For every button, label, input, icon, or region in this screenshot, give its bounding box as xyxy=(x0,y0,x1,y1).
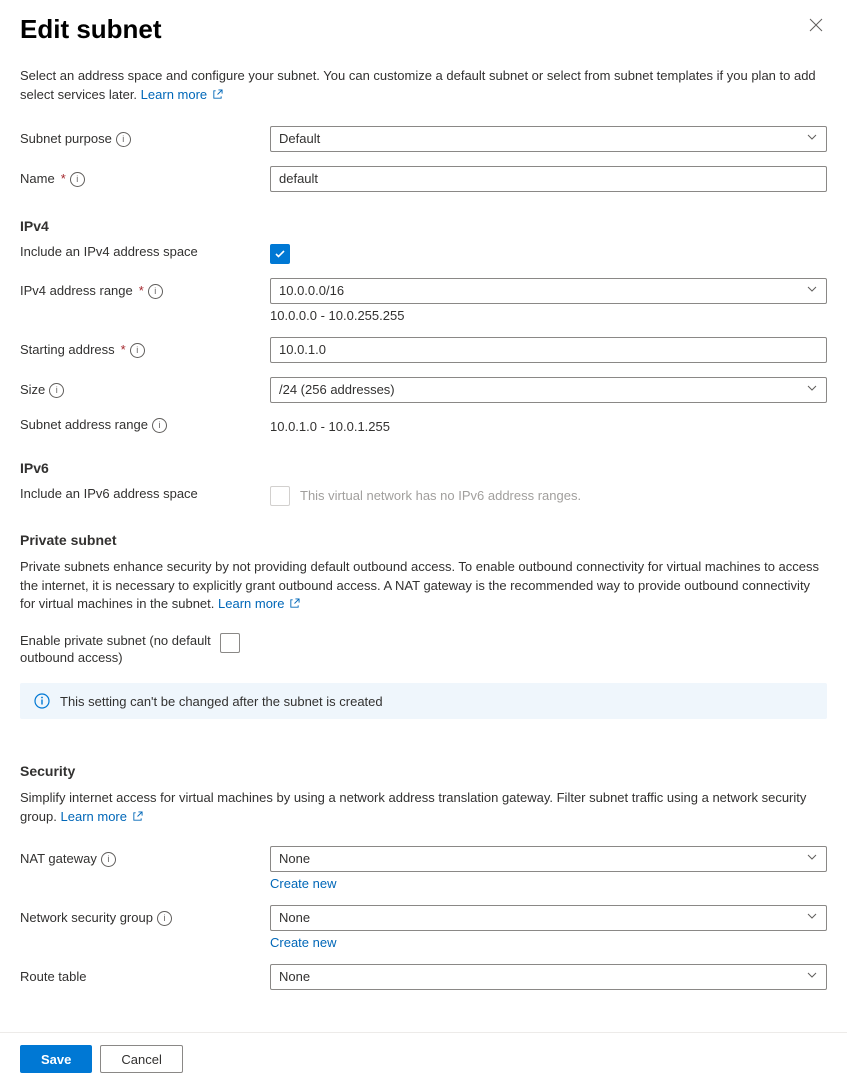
nsg-select[interactable]: None xyxy=(270,905,827,931)
ipv6-disabled-text: This virtual network has no IPv6 address… xyxy=(300,488,581,503)
external-link-icon xyxy=(132,809,143,828)
subnet-address-range-value: 10.0.1.0 - 10.0.1.255 xyxy=(270,417,827,434)
size-select[interactable]: /24 (256 addresses) xyxy=(270,377,827,403)
route-table-select[interactable]: None xyxy=(270,964,827,990)
ipv4-range-hint: 10.0.0.0 - 10.0.255.255 xyxy=(270,308,827,323)
name-input[interactable] xyxy=(270,166,827,192)
info-icon[interactable]: i xyxy=(70,172,85,187)
route-table-label: Route table xyxy=(20,964,270,986)
subnet-purpose-select[interactable]: Default xyxy=(270,126,827,152)
field-name: Name* i xyxy=(20,166,827,192)
private-subnet-description: Private subnets enhance security by not … xyxy=(20,558,827,616)
enable-private-checkbox[interactable] xyxy=(220,633,240,653)
field-size: Size i /24 (256 addresses) xyxy=(20,377,827,403)
chevron-down-icon xyxy=(806,910,818,925)
field-subnet-purpose: Subnet purpose i Default xyxy=(20,126,827,152)
private-subnet-heading: Private subnet xyxy=(20,532,827,548)
banner-text: This setting can't be changed after the … xyxy=(60,694,383,709)
starting-address-label: Starting address* i xyxy=(20,337,270,359)
chevron-down-icon xyxy=(806,131,818,146)
enable-private-label: Enable private subnet (no default outbou… xyxy=(20,633,220,667)
private-info-banner: This setting can't be changed after the … xyxy=(20,683,827,719)
check-icon xyxy=(274,248,286,260)
required-indicator: * xyxy=(139,283,144,300)
field-nat-gateway: NAT gateway i None Create new xyxy=(20,846,827,891)
info-icon[interactable]: i xyxy=(148,284,163,299)
info-icon xyxy=(34,693,50,709)
nsg-label: Network security group i xyxy=(20,905,270,927)
edit-subnet-panel: Edit subnet Select an address space and … xyxy=(0,0,847,1085)
info-icon[interactable]: i xyxy=(130,343,145,358)
security-learn-more-link[interactable]: Learn more xyxy=(61,809,143,824)
info-icon[interactable]: i xyxy=(157,911,172,926)
close-icon xyxy=(809,18,823,32)
size-label: Size i xyxy=(20,377,270,399)
chevron-down-icon xyxy=(806,283,818,298)
info-icon[interactable]: i xyxy=(116,132,131,147)
field-subnet-address-range: Subnet address range i 10.0.1.0 - 10.0.1… xyxy=(20,417,827,434)
include-ipv6-checkbox xyxy=(270,486,290,506)
security-description: Simplify internet access for virtual mac… xyxy=(20,789,827,828)
field-ipv4-range: IPv4 address range* i 10.0.0.0/16 10.0.0… xyxy=(20,278,827,323)
info-icon[interactable]: i xyxy=(101,852,116,867)
ipv4-range-select[interactable]: 10.0.0.0/16 xyxy=(270,278,827,304)
page-title: Edit subnet xyxy=(20,14,162,45)
chevron-down-icon xyxy=(806,382,818,397)
include-ipv6-label: Include an IPv6 address space xyxy=(20,486,270,503)
nat-gateway-select[interactable]: None xyxy=(270,846,827,872)
field-enable-private: Enable private subnet (no default outbou… xyxy=(20,633,827,667)
info-icon[interactable]: i xyxy=(49,383,64,398)
nat-create-new-link[interactable]: Create new xyxy=(270,876,336,891)
chevron-down-icon xyxy=(806,851,818,866)
external-link-icon xyxy=(212,87,223,106)
include-ipv4-label: Include an IPv4 address space xyxy=(20,244,270,261)
cancel-button[interactable]: Cancel xyxy=(100,1045,182,1073)
panel-content: Edit subnet Select an address space and … xyxy=(0,0,847,1032)
ipv6-heading: IPv6 xyxy=(20,460,827,476)
close-button[interactable] xyxy=(805,14,827,36)
required-indicator: * xyxy=(61,171,66,188)
security-heading: Security xyxy=(20,763,827,779)
field-include-ipv4: Include an IPv4 address space xyxy=(20,244,827,264)
field-nsg: Network security group i None Create new xyxy=(20,905,827,950)
field-starting-address: Starting address* i xyxy=(20,337,827,363)
required-indicator: * xyxy=(121,342,126,359)
field-include-ipv6: Include an IPv6 address space This virtu… xyxy=(20,486,827,506)
subnet-purpose-label: Subnet purpose i xyxy=(20,126,270,148)
chevron-down-icon xyxy=(806,969,818,984)
save-button[interactable]: Save xyxy=(20,1045,92,1073)
subnet-address-range-label: Subnet address range i xyxy=(20,417,270,434)
intro-text: Select an address space and configure yo… xyxy=(20,67,827,106)
info-icon[interactable]: i xyxy=(152,418,167,433)
name-label: Name* i xyxy=(20,166,270,188)
panel-footer: Save Cancel xyxy=(0,1032,847,1085)
ipv4-range-label: IPv4 address range* i xyxy=(20,278,270,300)
external-link-icon xyxy=(289,596,300,615)
intro-learn-more-link[interactable]: Learn more xyxy=(141,87,223,102)
nsg-create-new-link[interactable]: Create new xyxy=(270,935,336,950)
nat-gateway-label: NAT gateway i xyxy=(20,846,270,868)
include-ipv4-checkbox[interactable] xyxy=(270,244,290,264)
field-route-table: Route table None xyxy=(20,964,827,990)
ipv4-heading: IPv4 xyxy=(20,218,827,234)
panel-header: Edit subnet xyxy=(20,14,827,67)
starting-address-input[interactable] xyxy=(270,337,827,363)
private-learn-more-link[interactable]: Learn more xyxy=(218,596,300,611)
